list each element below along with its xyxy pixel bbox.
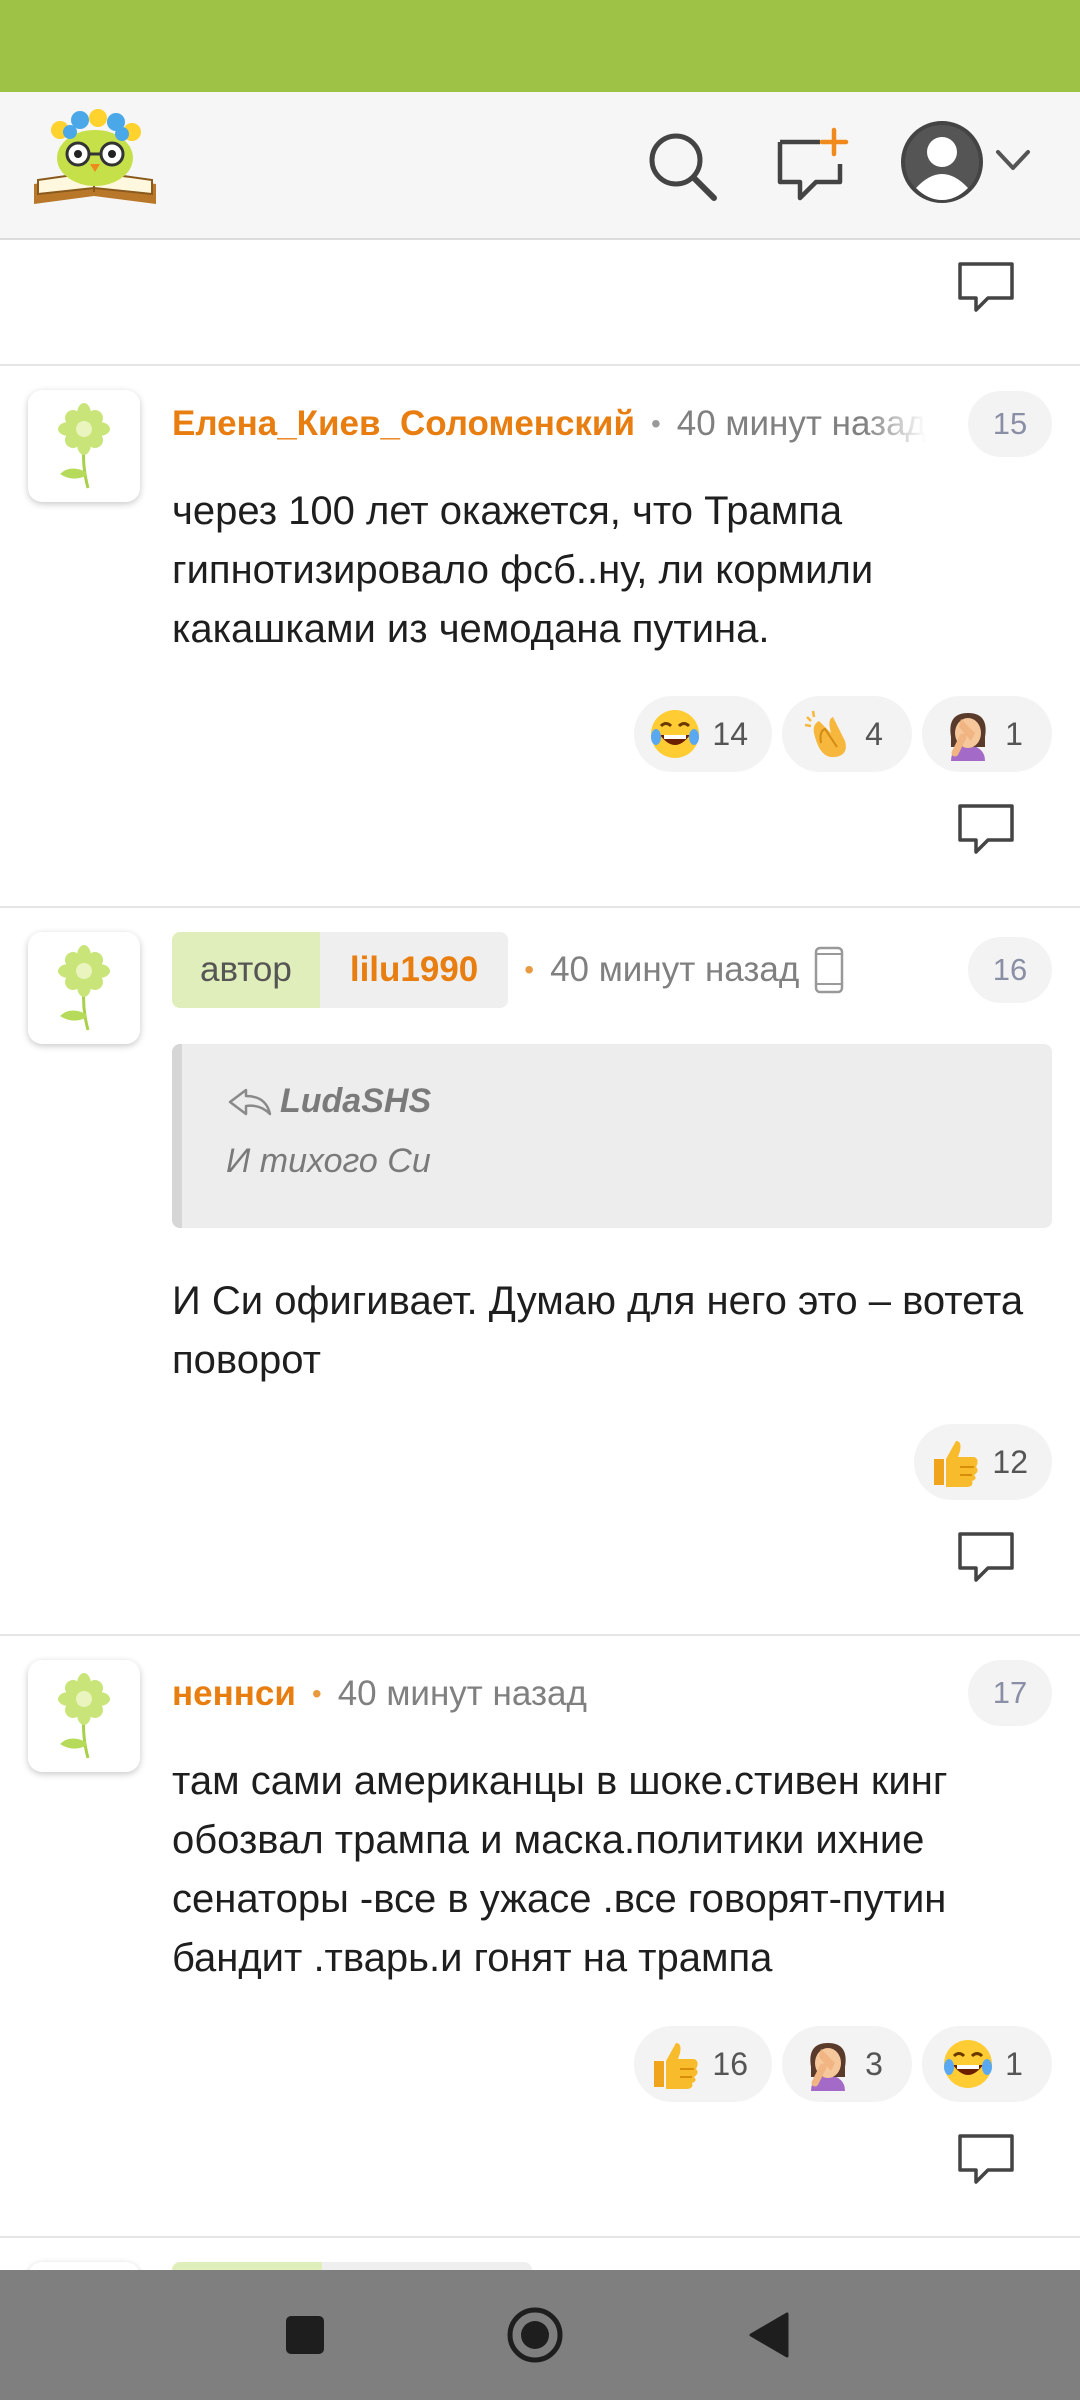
reaction-button[interactable]: 3 bbox=[782, 2026, 912, 2102]
reaction-count: 16 bbox=[712, 2045, 748, 2082]
comment-text: через 100 лет окажется, что Трампа гипно… bbox=[172, 489, 874, 651]
status-bar bbox=[0, 0, 1080, 92]
comment-time: 40 минут назад bbox=[337, 1674, 587, 1713]
reaction-count: 12 bbox=[992, 1443, 1028, 1480]
reaction-button[interactable]: 4 bbox=[782, 696, 912, 772]
flower-avatar-icon[interactable] bbox=[28, 2262, 140, 2270]
thumbs-up-emoji-icon bbox=[928, 1435, 982, 1489]
reaction-button[interactable]: 14 bbox=[634, 696, 772, 772]
reaction-button[interactable]: 16 bbox=[634, 2026, 772, 2102]
author-chip: автор lilu1990 bbox=[172, 932, 509, 1008]
separator-dot: • bbox=[524, 954, 535, 985]
chevron-down-icon[interactable] bbox=[994, 146, 1032, 176]
author-chip bbox=[172, 2262, 532, 2270]
separator-dot: • bbox=[311, 1678, 322, 1709]
reaction-count: 3 bbox=[865, 2045, 883, 2082]
reaction-count: 1 bbox=[1005, 715, 1023, 752]
comment-number-badge[interactable]: 16 bbox=[968, 937, 1052, 1003]
laughing-tears-emoji-icon bbox=[648, 707, 702, 761]
comment-number-badge[interactable]: 17 bbox=[968, 1660, 1052, 1726]
reply-icon[interactable] bbox=[954, 258, 1018, 318]
app-header bbox=[0, 92, 1080, 240]
facepalm-emoji-icon bbox=[941, 707, 995, 761]
quote-text: И тихого Си bbox=[226, 1142, 431, 1180]
comment-time: 40 минут назад bbox=[676, 404, 926, 443]
reaction-count: 4 bbox=[865, 715, 883, 752]
flower-avatar-icon[interactable] bbox=[28, 932, 140, 1044]
reaction-bar: 16 3 1 bbox=[634, 2026, 1052, 2102]
reaction-bar: 14 4 1 bbox=[634, 696, 1052, 772]
square-recents-icon[interactable] bbox=[270, 2300, 340, 2370]
user-avatar-icon[interactable] bbox=[900, 120, 984, 204]
author-label: автор bbox=[172, 932, 320, 1008]
comment-meta: Елена_Киев_Соломенский • 40 минут назад bbox=[172, 388, 926, 460]
quoted-comment[interactable]: LudaSHS И тихого Си bbox=[172, 1044, 1052, 1228]
triangle-back-icon[interactable] bbox=[735, 2300, 805, 2370]
clapping-hands-emoji-icon bbox=[801, 707, 855, 761]
reply-icon[interactable] bbox=[954, 800, 1018, 860]
comment-meta: неннси • 40 минут назад bbox=[172, 1658, 587, 1730]
facepalm-emoji-icon bbox=[801, 2037, 855, 2091]
comment-divider bbox=[0, 364, 1080, 366]
flower-avatar-icon[interactable] bbox=[28, 1660, 140, 1772]
reaction-button[interactable]: 1 bbox=[922, 696, 1052, 772]
comment-text: И Си офигивает. Думаю для него это – вот… bbox=[172, 1279, 1024, 1382]
comment-text: там сами американцы в шоке.стивен кинг о… bbox=[172, 1759, 948, 1980]
separator-dot: • bbox=[650, 408, 661, 439]
quote-author: LudaSHS bbox=[280, 1082, 432, 1120]
circle-home-icon[interactable] bbox=[500, 2300, 570, 2370]
comment-username[interactable]: неннси bbox=[172, 1674, 296, 1714]
comment-divider bbox=[0, 906, 1080, 908]
comments-feed: Елена_Киев_Соломенский • 40 минут назад … bbox=[0, 240, 1080, 2270]
reaction-count: 14 bbox=[712, 715, 748, 752]
reply-arrow-icon bbox=[228, 1088, 272, 1115]
flower-avatar-icon[interactable] bbox=[28, 390, 140, 502]
system-navigation-bar bbox=[0, 2270, 1080, 2400]
comment-time: 40 минут назад bbox=[550, 950, 800, 989]
comment-divider bbox=[0, 1634, 1080, 1636]
thumbs-up-emoji-icon bbox=[648, 2037, 702, 2091]
search-icon[interactable] bbox=[642, 126, 722, 206]
comment-meta: автор lilu1990 • 40 минут назад bbox=[172, 932, 845, 1008]
new-comment-icon[interactable] bbox=[772, 126, 852, 206]
laughing-tears-emoji-icon bbox=[941, 2037, 995, 2091]
reply-icon[interactable] bbox=[954, 1528, 1018, 1588]
reaction-count: 1 bbox=[1005, 2045, 1023, 2082]
reaction-button[interactable]: 1 bbox=[922, 2026, 1052, 2102]
reply-icon[interactable] bbox=[954, 2130, 1018, 2190]
owl-on-book-logo[interactable] bbox=[30, 106, 160, 210]
reaction-bar: 12 bbox=[914, 1424, 1052, 1500]
comment-divider bbox=[0, 2236, 1080, 2238]
quote-author-row: LudaSHS bbox=[226, 1082, 431, 1121]
comment-username[interactable]: Елена_Киев_Соломенский bbox=[172, 404, 635, 444]
reaction-button[interactable]: 12 bbox=[914, 1424, 1052, 1500]
comment-number-badge[interactable]: 15 bbox=[968, 391, 1052, 457]
comment-username[interactable]: lilu1990 bbox=[319, 932, 509, 1008]
mobile-device-icon bbox=[815, 946, 844, 994]
